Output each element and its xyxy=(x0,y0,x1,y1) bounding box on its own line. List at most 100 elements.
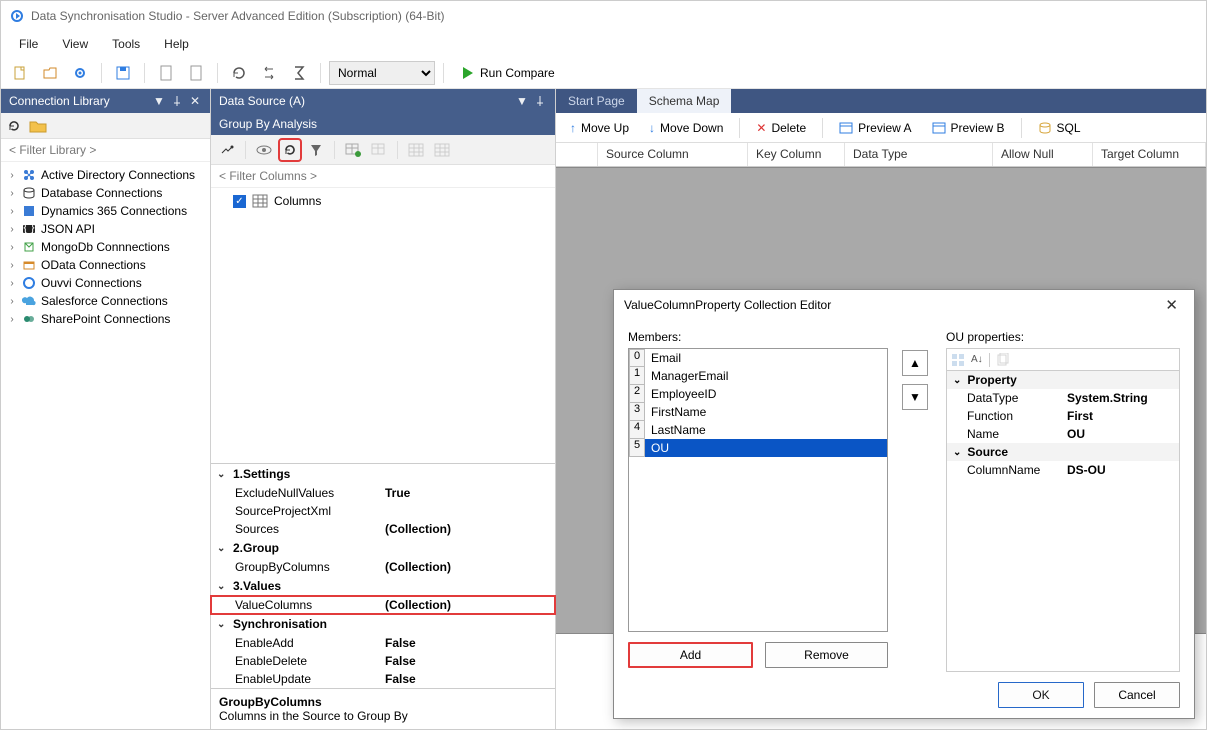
pages-icon[interactable] xyxy=(996,353,1010,367)
table-add-icon[interactable] xyxy=(341,138,365,162)
tab-schema-map[interactable]: Schema Map xyxy=(637,89,732,113)
properties-grid[interactable]: ⌄Property DataTypeSystem.String Function… xyxy=(946,370,1180,672)
new-icon[interactable] xyxy=(7,60,33,86)
reload-icon[interactable] xyxy=(7,119,21,133)
dropdown-icon[interactable]: ▼ xyxy=(152,94,166,108)
table-edit-icon[interactable] xyxy=(367,138,391,162)
preview-b-button[interactable]: Preview B xyxy=(924,116,1013,140)
move-down-icon[interactable]: ▼ xyxy=(902,384,928,410)
move-up-icon[interactable]: ▲ xyxy=(902,350,928,376)
mode-select[interactable]: Normal xyxy=(329,61,435,85)
schema-grid-header: Source Column Key Column Data Type Allow… xyxy=(556,143,1206,167)
connection-tree[interactable]: ›Active Directory Connections ›Database … xyxy=(1,162,210,729)
alphabetical-icon[interactable]: A↓ xyxy=(971,354,983,365)
delete-button[interactable]: ✕Delete xyxy=(748,116,814,140)
member-row[interactable]: 0Email xyxy=(629,349,887,367)
tree-item: ›SharePoint Connections xyxy=(3,310,208,328)
properties-toolbar: A↓ xyxy=(946,348,1180,370)
grid1-icon[interactable] xyxy=(404,138,428,162)
connection-library-title: Connection Library xyxy=(9,94,110,108)
member-row[interactable]: 3FirstName xyxy=(629,403,887,421)
refresh-icon[interactable] xyxy=(226,60,252,86)
add-button[interactable]: Add xyxy=(628,642,753,668)
arrow-up-icon: ↑ xyxy=(570,121,576,135)
run-compare-button[interactable]: Run Compare xyxy=(452,60,565,86)
play-icon xyxy=(462,66,474,80)
filter-icon[interactable] xyxy=(304,138,328,162)
move-down-button[interactable]: ↓Move Down xyxy=(641,116,731,140)
preview-icon xyxy=(839,121,853,135)
connect-icon[interactable] xyxy=(215,138,239,162)
window-title: Data Synchronisation Studio - Server Adv… xyxy=(31,9,445,23)
eye-icon[interactable] xyxy=(252,138,276,162)
member-row[interactable]: 5OU xyxy=(629,439,887,457)
value-columns-row[interactable]: ValueColumns(Collection) xyxy=(211,596,555,614)
dialog-title: ValueColumnProperty Collection Editor xyxy=(624,298,831,312)
tree-item: ›Salesforce Connections xyxy=(3,292,208,310)
col-key[interactable]: Key Column xyxy=(748,143,845,166)
connection-library-header: Connection Library ▼ ✕ xyxy=(1,89,210,113)
title-bar: Data Synchronisation Studio - Server Adv… xyxy=(1,1,1206,31)
menu-file[interactable]: File xyxy=(9,34,48,54)
columns-tree[interactable]: ✓ Columns xyxy=(211,188,555,463)
cycle-icon[interactable] xyxy=(256,60,282,86)
refresh-columns-icon[interactable] xyxy=(278,138,302,162)
group-by-bar: Group By Analysis xyxy=(211,113,555,135)
col-datatype[interactable]: Data Type xyxy=(845,143,993,166)
pin-icon[interactable] xyxy=(533,94,547,108)
save-icon[interactable] xyxy=(110,60,136,86)
dropdown-icon[interactable]: ▼ xyxy=(515,94,529,108)
members-pane: Members: 0Email1ManagerEmail2EmployeeID3… xyxy=(628,330,888,672)
remove-button[interactable]: Remove xyxy=(765,642,888,668)
pin-icon[interactable] xyxy=(170,94,184,108)
property-grid[interactable]: ⌄1.Settings ExcludeNullValuesTrue Source… xyxy=(211,463,555,729)
cancel-button[interactable]: Cancel xyxy=(1094,682,1180,708)
tree-item: ›{ }JSON API xyxy=(3,220,208,238)
connection-library-panel: Connection Library ▼ ✕ < Filter Library … xyxy=(1,89,211,729)
close-icon[interactable]: ✕ xyxy=(1159,296,1184,314)
filter-library-input[interactable]: < Filter Library > xyxy=(1,139,210,162)
col-source[interactable]: Source Column xyxy=(598,143,748,166)
tree-item: ›OData Connections xyxy=(3,256,208,274)
menu-bar: File View Tools Help xyxy=(1,31,1206,57)
close-icon[interactable]: ✕ xyxy=(188,94,202,108)
filter-columns-input[interactable]: < Filter Columns > xyxy=(211,165,555,188)
properties-label: OU properties: xyxy=(946,330,1180,344)
sql-button[interactable]: SQL xyxy=(1030,116,1089,140)
run-compare-label: Run Compare xyxy=(480,66,555,80)
members-label: Members: xyxy=(628,330,888,344)
doc2-icon[interactable] xyxy=(183,60,209,86)
doc1-icon[interactable] xyxy=(153,60,179,86)
app-icon xyxy=(9,8,25,24)
move-up-button[interactable]: ↑Move Up xyxy=(562,116,637,140)
dsa-toolbar xyxy=(211,135,555,165)
tree-item: ›Active Directory Connections xyxy=(3,166,208,184)
ok-button[interactable]: OK xyxy=(998,682,1084,708)
grid2-icon[interactable] xyxy=(430,138,454,162)
members-list[interactable]: 0Email1ManagerEmail2EmployeeID3FirstName… xyxy=(628,348,888,632)
sigma-icon[interactable] xyxy=(286,60,312,86)
arrow-down-icon: ↓ xyxy=(649,121,655,135)
tree-item: ›Database Connections xyxy=(3,184,208,202)
table-icon xyxy=(252,194,268,208)
member-row[interactable]: 1ManagerEmail xyxy=(629,367,887,385)
tree-item: ›MongoDb Connnections xyxy=(3,238,208,256)
col-target[interactable]: Target Column xyxy=(1093,143,1206,166)
categorized-icon[interactable] xyxy=(951,353,965,367)
member-row[interactable]: 2EmployeeID xyxy=(629,385,887,403)
tab-start-page[interactable]: Start Page xyxy=(556,89,637,113)
data-source-a-header: Data Source (A) ▼ xyxy=(211,89,555,113)
folder-icon[interactable] xyxy=(29,119,47,133)
member-row[interactable]: 4LastName xyxy=(629,421,887,439)
columns-node[interactable]: ✓ Columns xyxy=(217,194,549,208)
menu-tools[interactable]: Tools xyxy=(102,34,150,54)
sql-icon xyxy=(1038,121,1052,135)
preview-a-button[interactable]: Preview A xyxy=(831,116,919,140)
open-icon[interactable] xyxy=(37,60,63,86)
col-allownull[interactable]: Allow Null xyxy=(993,143,1093,166)
menu-view[interactable]: View xyxy=(52,34,98,54)
dialog-titlebar: ValueColumnProperty Collection Editor ✕ xyxy=(614,290,1194,320)
checkbox-icon[interactable]: ✓ xyxy=(233,195,246,208)
gear-icon[interactable] xyxy=(67,60,93,86)
menu-help[interactable]: Help xyxy=(154,34,199,54)
